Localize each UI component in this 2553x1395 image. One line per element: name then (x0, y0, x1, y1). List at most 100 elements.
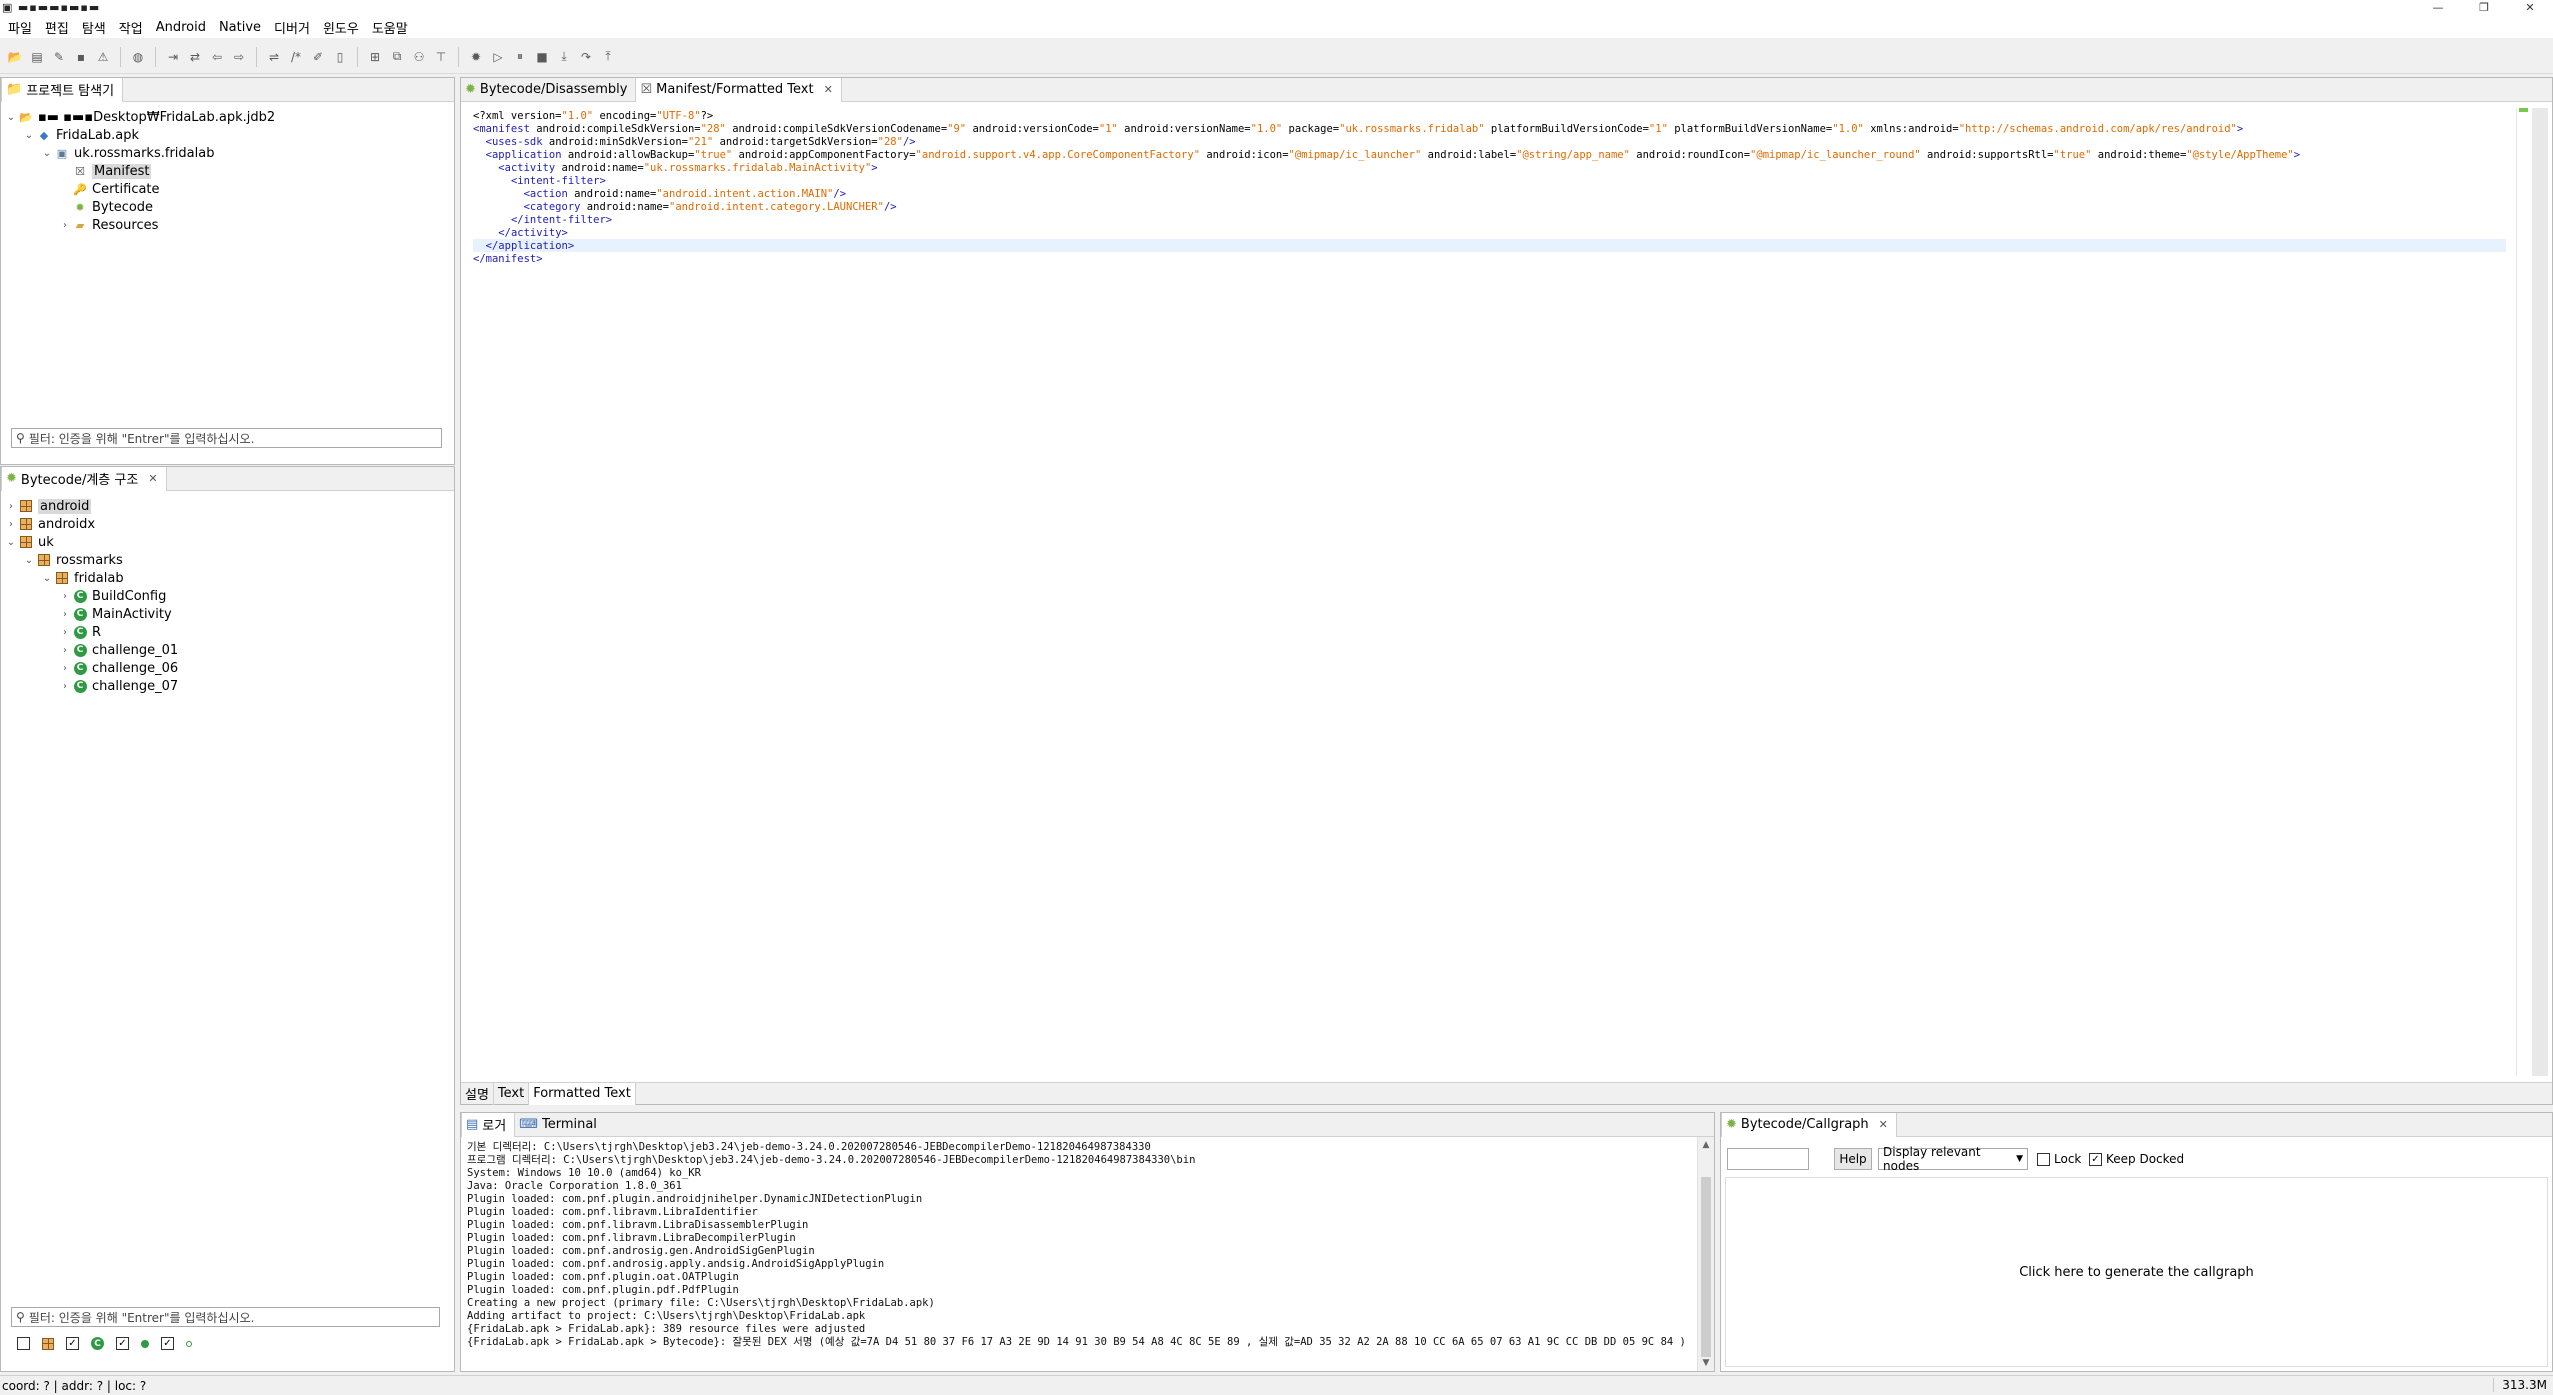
tree-item[interactable]: ⌄ uk (5, 533, 450, 551)
keep-docked-checkbox[interactable]: ✓ Keep Docked (2089, 1152, 2184, 1166)
package-filter-icon[interactable] (42, 1337, 54, 1350)
back-icon[interactable]: ⇦ (207, 47, 227, 67)
console-output[interactable]: 기본 디렉터리: C:\Users\tjrgh\Desktop\jeb3.24\… (467, 1141, 1690, 1349)
close-button[interactable]: ✕ (2507, 0, 2553, 16)
editor-scrollbar[interactable] (2532, 108, 2548, 1076)
grid-icon[interactable]: ⊞ (365, 47, 385, 67)
menu-item[interactable]: 작업 (115, 18, 152, 37)
menu-item[interactable]: 편집 (41, 18, 78, 37)
scroll-down-arrow-icon[interactable]: ▼ (1698, 1355, 1714, 1371)
tree-item[interactable]: ⌄ ◆ FridaLab.apk (5, 126, 450, 144)
expand-icon[interactable]: ⌄ (41, 148, 53, 159)
tree-item[interactable]: › C MainActivity (5, 605, 450, 623)
lock-checkbox[interactable]: Lock (2037, 1152, 2081, 1166)
collapse-icon[interactable]: › (59, 220, 71, 231)
open-icon[interactable]: 📂 (5, 47, 25, 67)
close-icon[interactable]: ✕ (824, 83, 833, 96)
collapse-icon[interactable]: › (59, 627, 71, 638)
collapse-icon[interactable]: › (59, 609, 71, 620)
method-filter-icon[interactable] (141, 1339, 149, 1348)
collapse-icon[interactable]: › (5, 501, 17, 512)
step-out-icon[interactable]: ⤒ (598, 47, 618, 67)
collapse-icon[interactable]: › (59, 591, 71, 602)
memory-usage[interactable]: 313.3M (2493, 1378, 2547, 1392)
view-tab[interactable]: Text (494, 1082, 530, 1105)
forward-icon[interactable]: ⇨ (229, 47, 249, 67)
tree-item[interactable]: › Cchallenge_07 (5, 677, 450, 695)
close-icon[interactable]: ✕ (148, 472, 157, 485)
expand-icon[interactable]: ⌄ (23, 130, 35, 141)
pause-icon[interactable]: ⏸ (510, 47, 530, 67)
scroll-up-arrow-icon[interactable]: ▲ (1698, 1137, 1714, 1153)
expand-icon[interactable]: ⌄ (5, 537, 17, 548)
tree-icon[interactable]: ⊤ (431, 47, 451, 67)
step-over-icon[interactable]: ↷ (576, 47, 596, 67)
expand-icon[interactable]: ⌄ (5, 112, 17, 123)
tree-item[interactable]: › Cchallenge_06 (5, 659, 450, 677)
save-icon[interactable]: ▤ (27, 47, 47, 67)
collapse-icon[interactable]: › (59, 645, 71, 656)
method-filter-checkbox[interactable]: ✓ (116, 1337, 129, 1350)
tree-item[interactable]: › android (5, 497, 450, 515)
tree-item[interactable]: › C R (5, 623, 450, 641)
tree-item[interactable]: ⌄ fridalab (5, 569, 450, 587)
document-icon[interactable]: ▯ (330, 47, 350, 67)
hierarchy-filter-input[interactable]: ⚲ 필터: 인증을 위해 "Entrer"를 입력하십시오. (11, 1307, 440, 1327)
tree-item[interactable]: › C BuildConfig (5, 587, 450, 605)
tab-callgraph[interactable]: ✹ Bytecode/Callgraph ✕ (1721, 1112, 1897, 1137)
class-filter-checkbox[interactable]: ✓ (66, 1337, 79, 1350)
globe-icon[interactable]: ◍ (128, 47, 148, 67)
step-into-icon[interactable]: ⤓ (554, 47, 574, 67)
menu-item[interactable]: 디버거 (270, 18, 319, 37)
close-icon[interactable]: ✕ (1879, 1118, 1888, 1131)
tree-item[interactable]: ✹ Bytecode (5, 198, 450, 216)
collapse-icon[interactable]: › (59, 663, 71, 674)
menu-item[interactable]: 도움말 (368, 18, 417, 37)
menu-item[interactable]: Android (152, 20, 215, 35)
warning-icon[interactable]: ⚠ (93, 47, 113, 67)
console-scrollbar[interactable]: ▲ ▼ (1697, 1137, 1714, 1371)
menu-item[interactable]: 윈도우 (319, 18, 368, 37)
restore-button[interactable]: ❐ (2461, 0, 2507, 16)
notes-icon[interactable]: ▪ (71, 47, 91, 67)
menu-item[interactable]: 파일 (4, 18, 41, 37)
graph-icon[interactable]: ⚇ (409, 47, 429, 67)
field-filter-icon[interactable] (186, 1340, 192, 1347)
class-filter-icon[interactable]: C (91, 1337, 104, 1350)
tree-item[interactable]: ⌄ 📂 ▪▬ ▪▬▪Desktop₩FridaLab.apk.jdb2 (5, 108, 450, 126)
help-button[interactable]: Help (1834, 1148, 1872, 1170)
callgraph-canvas[interactable]: Click here to generate the callgraph (1725, 1177, 2548, 1367)
debug-icon[interactable]: ✹ (466, 47, 486, 67)
navigate-icon[interactable]: ⇄ (185, 47, 205, 67)
tree-item[interactable]: ⌄ rossmarks (5, 551, 450, 569)
tab-bytecode-disassembly[interactable]: ✹ Bytecode/Disassembly (461, 78, 635, 102)
node-display-select[interactable]: Display relevant nodes ▼ (1878, 1145, 2028, 1173)
menu-item[interactable]: 탐색 (78, 18, 115, 37)
field-filter-checkbox[interactable]: ✓ (161, 1337, 174, 1350)
edit-icon[interactable]: ✐ (308, 47, 328, 67)
expand-icon[interactable]: ⌄ (23, 555, 35, 566)
tree-item[interactable]: › androidx (5, 515, 450, 533)
expand-icon[interactable]: ⌄ (41, 573, 53, 584)
properties-icon[interactable]: ✎ (49, 47, 69, 67)
run-icon[interactable]: ▷ (488, 47, 508, 67)
tab-logger[interactable]: ▤ 로거 (461, 1112, 516, 1137)
jump-icon[interactable]: ⇥ (163, 47, 183, 67)
stop-icon[interactable]: ■ (532, 47, 552, 67)
view-tab[interactable]: Formatted Text (529, 1082, 636, 1105)
tree-item[interactable]: 🔑 Certificate (5, 180, 450, 198)
minimize-button[interactable]: — (2415, 0, 2461, 16)
tab-project-explorer[interactable]: 📁 프로젝트 탐색기 (1, 77, 124, 102)
scroll-thumb[interactable] (1701, 1177, 1711, 1357)
tab-hierarchy[interactable]: ✹ Bytecode/계층 구조 ✕ (1, 466, 167, 491)
manifest-text[interactable]: <?xml version="1.0" encoding="UTF-8"?> <m… (473, 110, 2300, 266)
tree-item[interactable]: ☒ Manifest (5, 162, 450, 180)
tab-terminal[interactable]: ⌨ Terminal (515, 1113, 605, 1137)
tab-manifest-formatted-text[interactable]: ☒ Manifest/Formatted Text ✕ (635, 77, 842, 102)
menu-item[interactable]: Native (215, 20, 270, 35)
callgraph-depth-input[interactable] (1727, 1148, 1809, 1170)
comment-icon[interactable]: /* (286, 47, 306, 67)
view-tab[interactable]: 설명 (461, 1082, 494, 1105)
windows-icon[interactable]: ⧉ (387, 47, 407, 67)
tree-item[interactable]: › ▰ Resources (5, 216, 450, 234)
